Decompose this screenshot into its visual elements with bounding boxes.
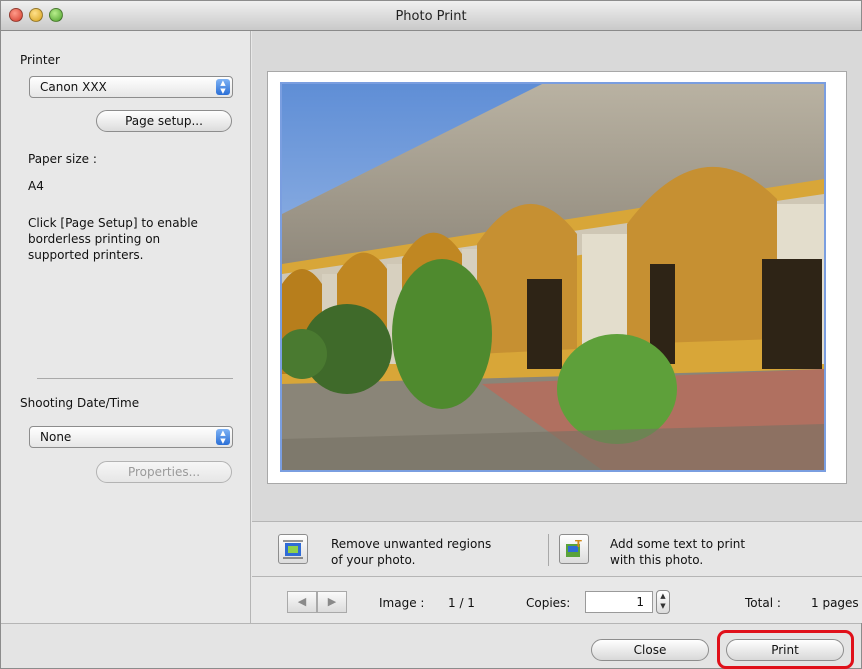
dialog-footer: Close Print xyxy=(1,623,861,669)
printer-select[interactable]: Canon XXX ▲ ▼ xyxy=(29,76,233,98)
preview-area xyxy=(252,31,862,521)
shooting-date-select-value: None xyxy=(40,430,72,444)
add-text-icon: T xyxy=(566,539,582,557)
stepper-arrows-icon: ▲ ▼ xyxy=(660,592,666,610)
shooting-date-select[interactable]: None ▲ ▼ xyxy=(29,426,233,448)
shooting-date-label: Shooting Date/Time xyxy=(20,396,140,410)
copies-input[interactable]: 1 xyxy=(585,591,653,613)
copies-stepper[interactable]: ▲ ▼ xyxy=(656,590,670,614)
page-setup-button[interactable]: Page setup... xyxy=(96,110,232,132)
trim-description: Remove unwanted regions of your photo. xyxy=(331,536,491,568)
hint-text-line2: borderless printing on xyxy=(28,232,161,246)
sidebar-divider xyxy=(37,378,233,379)
close-button[interactable]: Close xyxy=(591,639,709,661)
paper-size-value: A4 xyxy=(28,179,44,193)
copies-label: Copies: xyxy=(526,596,571,610)
photo-preview-image xyxy=(280,82,826,472)
paper-size-label: Paper size : xyxy=(28,152,97,166)
total-pages: 1 pages xyxy=(811,596,859,610)
properties-button[interactable]: Properties... xyxy=(96,461,232,483)
trim-icon xyxy=(283,540,303,559)
image-label: Image : xyxy=(379,596,425,610)
title-bar: Photo Print xyxy=(1,1,861,31)
settings-sidebar: Printer Canon XXX ▲ ▼ Page setup... Paper… xyxy=(1,31,251,623)
edit-actions-bar: Remove unwanted regions of your photo. T… xyxy=(252,521,862,577)
add-text-description-line2: with this photo. xyxy=(610,553,704,567)
trim-description-line2: of your photo. xyxy=(331,553,416,567)
add-text-description-line1: Add some text to print xyxy=(610,537,746,551)
hint-text-line1: Click [Page Setup] to enable xyxy=(28,216,198,230)
print-preview-page xyxy=(267,71,847,484)
left-arrow-icon: ◀ xyxy=(297,595,307,608)
total-label: Total : xyxy=(745,596,781,610)
image-counter: 1 / 1 xyxy=(448,596,475,610)
printer-label: Printer xyxy=(20,53,60,67)
print-button[interactable]: Print xyxy=(726,639,844,661)
hint-text-line3: supported printers. xyxy=(28,248,144,262)
action-separator xyxy=(548,534,549,566)
photo-print-window: Photo Print Printer Canon XXX ▲ ▼ Page se… xyxy=(0,0,862,669)
next-image-button[interactable]: ▶ xyxy=(317,591,347,613)
trim-description-line1: Remove unwanted regions xyxy=(331,537,492,551)
printer-select-value: Canon XXX xyxy=(40,80,107,94)
svg-text:T: T xyxy=(575,539,582,550)
select-arrows-icon: ▲ ▼ xyxy=(216,429,230,445)
previous-image-button[interactable]: ◀ xyxy=(287,591,317,613)
right-arrow-icon: ▶ xyxy=(327,595,337,608)
select-arrows-icon: ▲ ▼ xyxy=(216,79,230,95)
window-title: Photo Print xyxy=(395,9,467,24)
navigation-bar: ◀ ▶ Image : 1 / 1 Copies: 1 ▲ ▼ Total : 1… xyxy=(252,577,862,623)
add-text-button[interactable]: T xyxy=(559,534,589,564)
add-text-description: Add some text to print with this photo. xyxy=(610,536,745,568)
trim-button[interactable] xyxy=(278,534,308,564)
